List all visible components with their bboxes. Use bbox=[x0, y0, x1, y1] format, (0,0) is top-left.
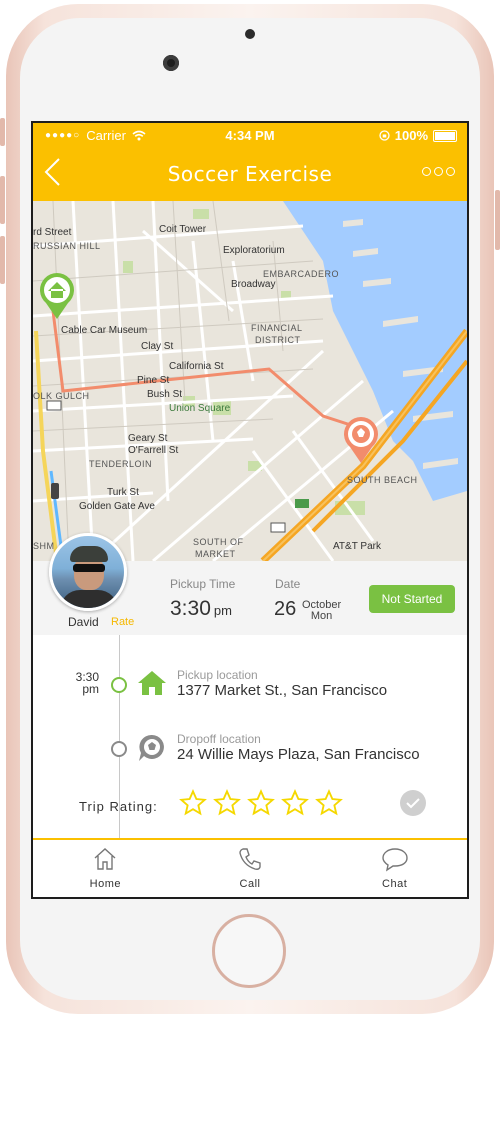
home-pin-icon bbox=[40, 273, 74, 319]
timeline-dot-dropoff bbox=[111, 741, 127, 757]
date-weekday: Mon bbox=[310, 610, 333, 622]
star-icon[interactable] bbox=[213, 789, 241, 817]
front-camera bbox=[163, 55, 179, 71]
date-day: 26 bbox=[274, 598, 297, 620]
pickup-time: 3:30 pm bbox=[170, 597, 232, 621]
more-dot-icon bbox=[434, 167, 443, 176]
map-label-street: Geary St bbox=[128, 433, 168, 444]
star-icon[interactable] bbox=[179, 789, 207, 817]
avatar[interactable] bbox=[49, 533, 127, 611]
map-label-street: Golden Gate Ave bbox=[79, 501, 155, 512]
home-outline-icon bbox=[94, 848, 116, 870]
dropoff-location-label: Dropoff location bbox=[177, 732, 261, 746]
map-label-street: Pine St bbox=[137, 375, 170, 386]
map-label-district: FINANCIAL bbox=[251, 323, 303, 333]
timeline-time-ampm: pm bbox=[82, 682, 99, 696]
map-label-poi: Union Square bbox=[169, 403, 231, 414]
map-label-street: Broadway bbox=[231, 279, 276, 290]
map-label-district: EMBARCADERO bbox=[263, 269, 340, 279]
orientation-lock-icon bbox=[379, 130, 390, 141]
soccer-chat-icon bbox=[139, 734, 164, 761]
date-label: Date bbox=[275, 577, 301, 591]
tab-bar: Home Call Chat bbox=[33, 840, 467, 897]
mute-switch bbox=[0, 118, 5, 146]
map-label-district: OLK GULCH bbox=[33, 391, 90, 401]
more-dot-icon bbox=[446, 167, 455, 176]
tab-call[interactable]: Call bbox=[178, 840, 323, 897]
volume-up-button bbox=[0, 176, 5, 224]
tab-chat-label: Chat bbox=[382, 878, 408, 890]
tab-home-label: Home bbox=[89, 878, 121, 890]
tab-chat[interactable]: Chat bbox=[322, 840, 467, 897]
battery-icon bbox=[433, 129, 457, 142]
avatar-cap bbox=[70, 546, 108, 562]
map-label-district: SOUTH OF bbox=[193, 537, 244, 547]
map-label-street: Bush St bbox=[147, 389, 183, 400]
nav-bar: Soccer Exercise bbox=[33, 149, 467, 201]
timeline-time: 3:30 pm bbox=[67, 671, 99, 695]
battery-percent: 100% bbox=[394, 128, 428, 143]
map-label-district: RUSSIAN HILL bbox=[33, 241, 101, 251]
checkmark-icon bbox=[406, 798, 420, 809]
phone-icon bbox=[239, 848, 261, 870]
map-label-poi: AT&T Park bbox=[333, 541, 381, 552]
map-label-poi: Coit Tower bbox=[159, 224, 207, 235]
map-label-street: California St bbox=[169, 361, 224, 372]
more-button[interactable] bbox=[422, 167, 455, 176]
star-icon[interactable] bbox=[315, 789, 343, 817]
rate-link[interactable]: Rate bbox=[111, 616, 134, 628]
pickup-location-value: 1377 Market St., San Francisco bbox=[177, 682, 388, 699]
soccer-pin-icon bbox=[344, 417, 378, 463]
map-label-district: SOUTH BEACH bbox=[347, 475, 418, 485]
map-label-district: DISTRICT bbox=[255, 335, 301, 345]
star-icon[interactable] bbox=[247, 789, 275, 817]
map-label-street: Clay St bbox=[141, 341, 174, 352]
page-title: Soccer Exercise bbox=[167, 162, 333, 186]
pickup-location-label: Pickup location bbox=[177, 668, 258, 682]
more-dot-icon bbox=[422, 167, 431, 176]
earpiece-speaker bbox=[245, 29, 255, 39]
rating-stars[interactable] bbox=[179, 789, 343, 817]
route-map[interactable]: rd Street RUSSIAN HILL Coit Tower Explor… bbox=[33, 201, 467, 561]
pickup-time-label: Pickup Time bbox=[170, 577, 236, 591]
map-label-poi: Cable Car Museum bbox=[61, 325, 148, 336]
trip-timeline: 3:30 pm Pickup location 1377 Market St.,… bbox=[33, 635, 467, 838]
app-screen: ●●●●○ Carrier 4:34 PM 100% Soccer Exerci… bbox=[31, 121, 469, 899]
driver-name: David bbox=[68, 615, 99, 629]
pickup-time-value: 3:30 bbox=[170, 597, 211, 620]
power-button bbox=[495, 190, 500, 250]
map-label-district: TENDERLOIN bbox=[89, 459, 153, 469]
battery-info: 100% bbox=[379, 128, 457, 143]
date-month-weekday: October Mon bbox=[302, 600, 341, 622]
tab-home[interactable]: Home bbox=[33, 840, 178, 897]
dropoff-location-value: 24 Willie Mays Plaza, San Francisco bbox=[177, 746, 420, 763]
tab-call-label: Call bbox=[239, 878, 261, 890]
trip-rating-label: Trip Rating: bbox=[79, 799, 158, 814]
avatar-glasses bbox=[73, 564, 105, 572]
map-label-street: O'Farrell St bbox=[128, 445, 179, 456]
volume-down-button bbox=[0, 236, 5, 284]
trip-info-panel: David Rate Pickup Time 3:30 pm Date 26 Oc… bbox=[33, 533, 467, 635]
star-icon[interactable] bbox=[281, 789, 309, 817]
map-label-district: MARKET bbox=[195, 549, 236, 559]
map-label-street: rd Street bbox=[33, 227, 72, 238]
status-bar: ●●●●○ Carrier 4:34 PM 100% bbox=[33, 123, 467, 149]
home-icon bbox=[138, 671, 166, 695]
home-button[interactable] bbox=[212, 914, 286, 988]
chat-bubble-icon bbox=[381, 848, 408, 872]
avatar-shirt bbox=[60, 590, 118, 608]
map-label-poi: Exploratorium bbox=[223, 245, 285, 256]
confirm-rating-button[interactable] bbox=[400, 790, 426, 816]
status-badge[interactable]: Not Started bbox=[369, 585, 455, 613]
pickup-time-ampm: pm bbox=[213, 603, 232, 618]
timeline-dot-pickup bbox=[111, 677, 127, 693]
map-label-street: Turk St bbox=[107, 487, 139, 498]
map-label-district: SHM bbox=[33, 541, 55, 551]
